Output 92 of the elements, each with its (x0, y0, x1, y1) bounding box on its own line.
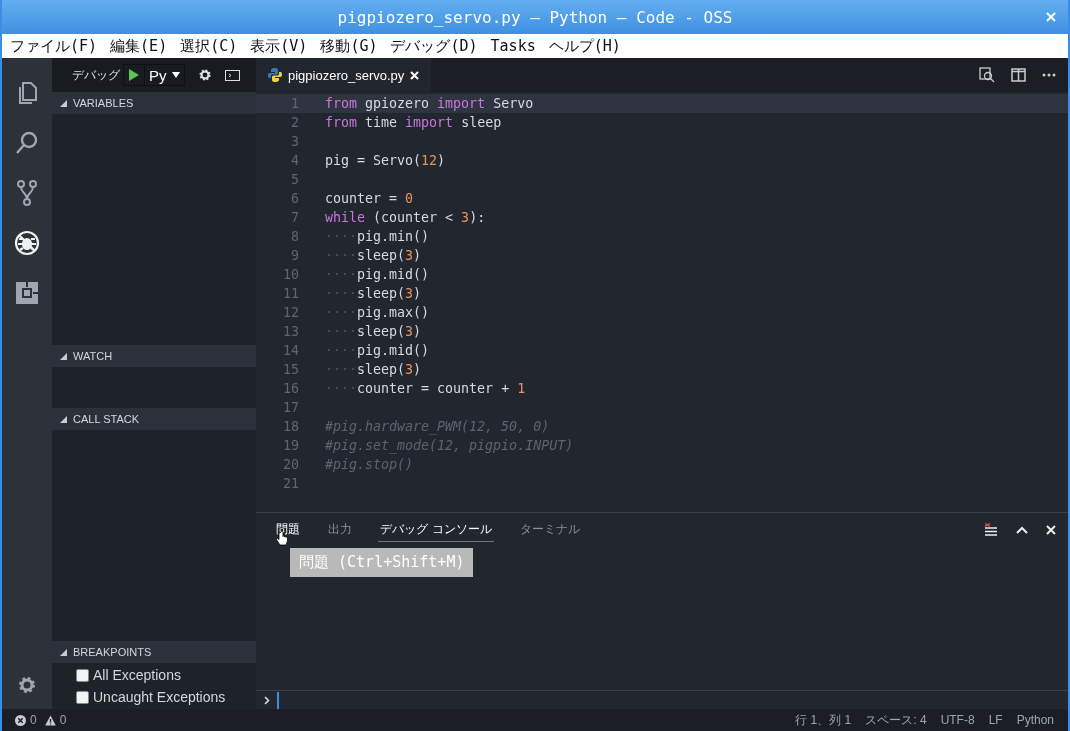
line-number: 16 (282, 381, 299, 396)
code-line: ····pig.mid() (325, 343, 430, 358)
line-number: 2 (290, 115, 299, 130)
breakpoint-label: Uncaught Exceptions (93, 689, 226, 705)
line-number: 17 (282, 400, 299, 415)
play-icon (129, 69, 139, 81)
line-number: 18 (282, 419, 299, 434)
menu-item[interactable]: 選択(C) (180, 36, 238, 56)
line-number: 10 (282, 267, 299, 282)
status-item[interactable]: スペース: 4 (865, 711, 927, 729)
menu-item[interactable]: ヘルプ(H) (548, 36, 621, 56)
code-line: #pig.stop() (325, 457, 414, 472)
close-button[interactable] (1044, 10, 1058, 24)
menu-item[interactable]: 表示(V) (250, 36, 308, 56)
panel-tab[interactable]: 出力 (326, 518, 354, 542)
expand-triangle-icon[interactable] (60, 352, 67, 360)
code-line: ····sleep(3) (325, 248, 422, 263)
panel-tab[interactable]: 問題 (274, 518, 302, 542)
line-number: 15 (282, 362, 299, 377)
split-editor-icon[interactable] (1011, 68, 1026, 82)
line-number: 11 (282, 286, 299, 301)
menu-item[interactable]: Tasks (490, 37, 536, 55)
warning-icon[interactable] (44, 714, 56, 726)
code-line: ····sleep(3) (325, 286, 422, 301)
caret-icon (171, 72, 180, 78)
menu-item[interactable]: 移動(G) (320, 36, 378, 56)
code-line: #pig.hardware_PWM(12, 50, 0) (325, 419, 550, 434)
code-line: ····sleep(3) (325, 362, 422, 377)
section-header[interactable]: BREAKPOINTS (52, 641, 256, 663)
code-line: from gpiozero import Servo (325, 96, 534, 111)
more-icon[interactable] (1042, 73, 1056, 77)
branch-icon[interactable] (16, 180, 38, 206)
status-item[interactable]: LF (988, 713, 1003, 727)
prompt-icon (264, 695, 270, 705)
error-count[interactable]: 0 (30, 713, 37, 727)
line-number: 9 (290, 248, 299, 263)
code-line: while (counter < 3): (325, 210, 486, 225)
code-line: ····pig.mid() (325, 267, 430, 282)
maximize-panel-icon[interactable] (1016, 526, 1028, 534)
line-number: 14 (282, 343, 299, 358)
status-item[interactable]: UTF-8 (940, 713, 975, 727)
menu-item[interactable]: ファイル(F) (10, 36, 98, 56)
status-item[interactable]: 行 1、列 1 (795, 711, 852, 729)
line-number: 12 (282, 305, 299, 320)
bug-icon[interactable] (14, 230, 40, 256)
line-number: 13 (282, 324, 299, 339)
line-number: 7 (290, 210, 299, 225)
line-number: 3 (290, 134, 299, 149)
line-number: 20 (282, 457, 299, 472)
search-icon[interactable] (14, 130, 40, 156)
debug-label: デバッグ (72, 66, 120, 84)
settings-icon[interactable] (197, 68, 212, 82)
code-line: ····pig.max() (325, 305, 430, 320)
code-line: counter = 0 (325, 191, 414, 206)
tooltip: 問題 (Ctrl+Shift+M) (290, 548, 474, 577)
expand-triangle-icon[interactable] (60, 415, 67, 423)
code-line: ····sleep(3) (325, 324, 422, 339)
settings-icon[interactable] (17, 675, 37, 695)
extensions-icon[interactable] (15, 281, 39, 305)
open-changes-icon[interactable] (979, 67, 995, 83)
console-icon[interactable] (224, 69, 240, 81)
breakpoint-label: All Exceptions (93, 667, 181, 683)
menu-item[interactable]: 編集(E) (110, 36, 168, 56)
panel-tab[interactable]: デバッグ コンソール (378, 518, 494, 542)
checkbox[interactable] (76, 668, 89, 682)
status-item[interactable]: Python (1016, 713, 1054, 727)
close-icon[interactable] (1046, 525, 1056, 535)
expand-triangle-icon[interactable] (60, 648, 67, 656)
code-line: #pig.set_mode(12, pigpio.INPUT) (325, 438, 574, 453)
section-header[interactable]: VARIABLES (52, 92, 256, 114)
clear-console-icon[interactable] (984, 523, 998, 537)
code-line: ····pig.min() (325, 229, 430, 244)
line-number: 8 (290, 229, 299, 244)
panel-tab[interactable]: ターミナル (517, 518, 582, 542)
expand-triangle-icon[interactable] (60, 99, 67, 107)
warning-count[interactable]: 0 (59, 713, 67, 727)
checkbox[interactable] (76, 690, 89, 704)
code-line: ····counter = counter + 1 (325, 381, 526, 396)
section-header[interactable]: CALL STACK (52, 408, 256, 430)
code-line: from time import sleep (325, 115, 502, 130)
python-icon (268, 68, 282, 82)
window-title: pigpiozero_servo.py — Python — Code - OSS (337, 7, 733, 27)
editor-tab[interactable]: pigpiozero_servo.py (256, 58, 432, 92)
line-number: 4 (290, 153, 299, 168)
line-number: 5 (290, 172, 299, 187)
section-header[interactable]: WATCH (52, 345, 256, 367)
line-number: 6 (290, 191, 299, 206)
code-line: pig = Servo(12) (325, 153, 446, 168)
line-number: 19 (282, 438, 299, 453)
error-icon[interactable] (15, 714, 26, 726)
menu-item[interactable]: デバッグ(D) (390, 36, 478, 56)
line-number: 21 (282, 476, 299, 491)
